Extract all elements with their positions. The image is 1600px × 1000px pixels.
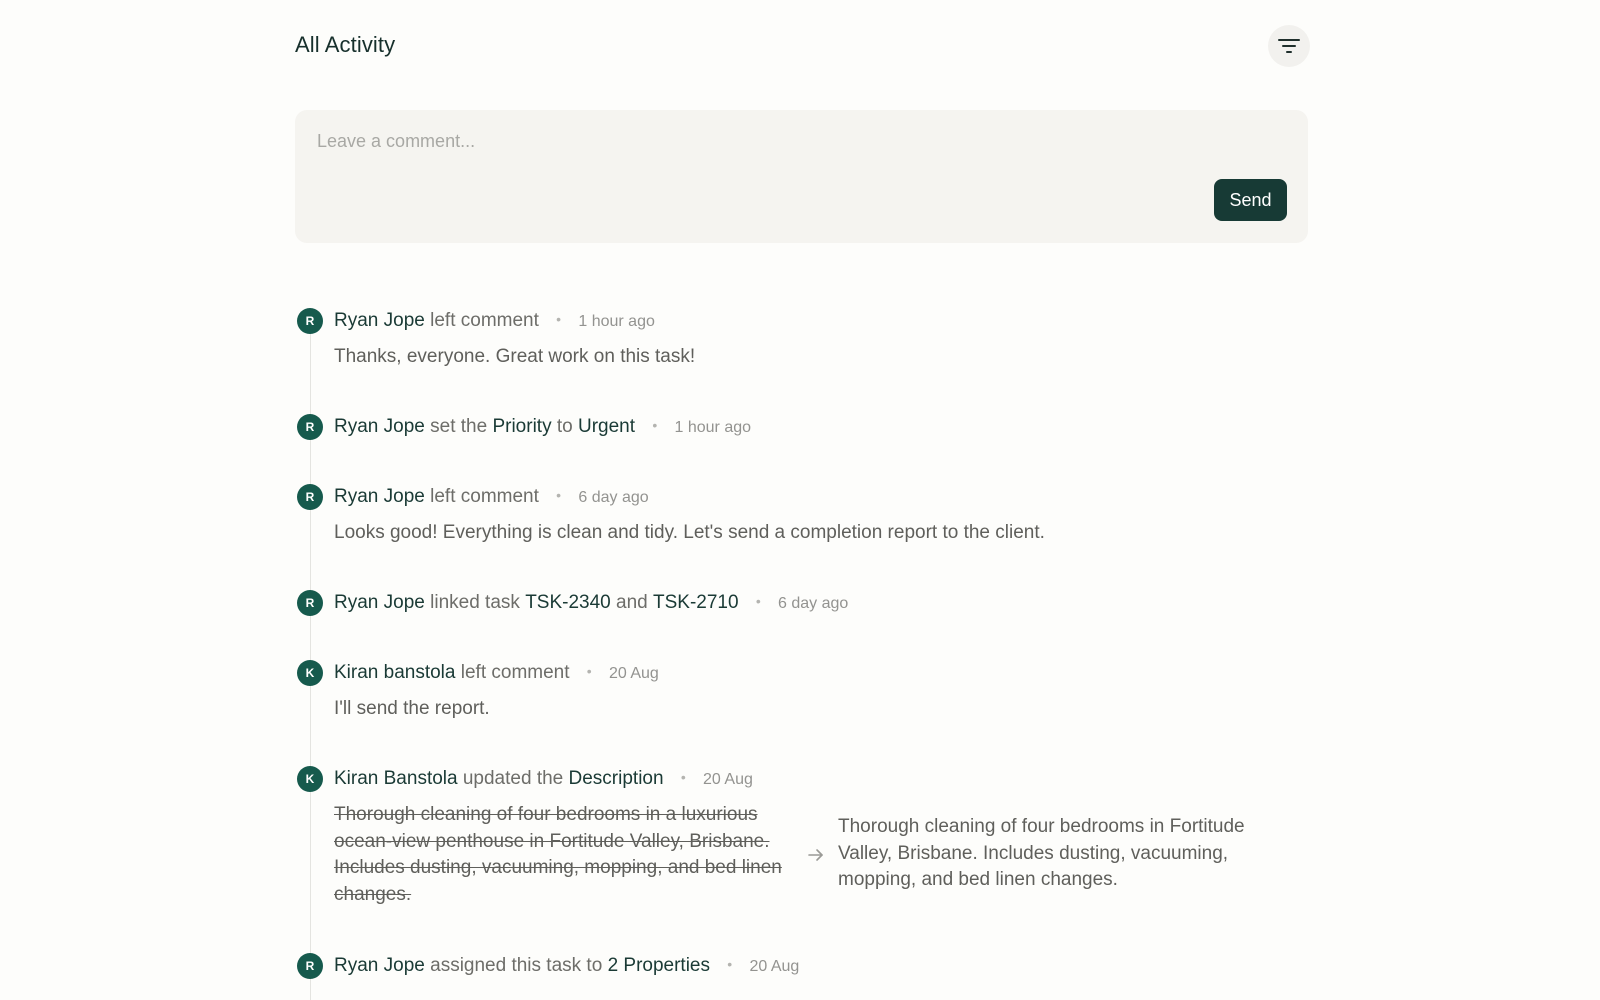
field-name: Description: [568, 768, 664, 789]
old-description: Thorough cleaning of four bedrooms in a …: [334, 804, 782, 905]
activity-header-row: K Kiran Banstola updated the Description…: [295, 766, 1308, 792]
activity-time: 6 day ago: [578, 489, 649, 506]
avatar: R: [297, 590, 323, 616]
activity-header-row: R Ryan Jope linked task TSK-2340 and TSK…: [295, 590, 1308, 616]
activity-item: K Kiran banstola left comment • 20 Aug I…: [295, 660, 1308, 722]
activity-time: 20 Aug: [749, 958, 800, 975]
activity-header-row: K Kiran banstola left comment • 20 Aug: [295, 660, 1308, 686]
activity-line: Kiran Banstola updated the Description •…: [334, 768, 753, 790]
description-diff: Thorough cleaning of four bedrooms in a …: [334, 802, 1308, 908]
avatar: R: [297, 953, 323, 979]
activity-connector: to: [556, 416, 573, 437]
separator-dot: •: [556, 311, 562, 327]
activity-header-row: R Ryan Jope assigned this task to 2 Prop…: [295, 953, 1308, 979]
activity-item: R Ryan Jope left comment • 6 day ago Loo…: [295, 484, 1308, 546]
activity-action: left comment: [430, 486, 539, 507]
new-description: Thorough cleaning of four bedrooms in Fo…: [838, 816, 1245, 891]
user-name[interactable]: Ryan Jope: [334, 310, 425, 331]
filter-lines-icon: [1278, 39, 1300, 53]
activity-item: R Ryan Jope set the Priority to Urgent •…: [295, 414, 1308, 440]
activity-header-row: R Ryan Jope left comment • 6 day ago: [295, 484, 1308, 510]
avatar: R: [297, 484, 323, 510]
field-name: Priority: [492, 416, 552, 437]
comment-text: I'll send the report.: [334, 698, 490, 719]
field-value: Urgent: [578, 416, 636, 437]
user-name[interactable]: Kiran banstola: [334, 662, 455, 683]
avatar: R: [297, 308, 323, 334]
activity-line: Ryan Jope left comment • 6 day ago: [334, 486, 649, 508]
activity-time: 1 hour ago: [674, 419, 752, 436]
activity-time: 20 Aug: [703, 771, 753, 788]
activity-action: assigned this task to: [430, 955, 603, 976]
activity-time: 6 day ago: [778, 595, 849, 612]
avatar: K: [297, 660, 323, 686]
send-button[interactable]: Send: [1214, 179, 1287, 221]
activity-page: All Activity Send R Ryan Jope le: [0, 0, 1600, 1000]
activity-line: Ryan Jope linked task TSK-2340 and TSK-2…: [334, 592, 848, 614]
activity-line: Ryan Jope left comment • 1 hour ago: [334, 310, 655, 332]
separator-dot: •: [652, 417, 658, 433]
comment-composer: Send: [295, 110, 1308, 243]
linked-task[interactable]: TSK-2340: [525, 592, 611, 613]
activity-action: left comment: [430, 310, 539, 331]
separator-dot: •: [727, 956, 733, 972]
activity-line: Kiran banstola left comment • 20 Aug: [334, 662, 659, 684]
page-title: All Activity: [295, 32, 396, 57]
activity-header-row: R Ryan Jope set the Priority to Urgent •…: [295, 414, 1308, 440]
comment-text: Thanks, everyone. Great work on this tas…: [334, 346, 696, 367]
separator-dot: •: [586, 663, 592, 679]
avatar: R: [297, 414, 323, 440]
activity-action: set the: [430, 416, 488, 437]
separator-dot: •: [556, 487, 562, 503]
activity-line: Ryan Jope set the Priority to Urgent • 1…: [334, 416, 751, 438]
activity-item: R Ryan Jope linked task TSK-2340 and TSK…: [295, 590, 1308, 616]
user-name[interactable]: Ryan Jope: [334, 955, 425, 976]
separator-dot: •: [755, 593, 761, 609]
activity-item: R Ryan Jope assigned this task to 2 Prop…: [295, 953, 1308, 979]
comment-text: Looks good! Everything is clean and tidy…: [334, 522, 1045, 543]
user-name[interactable]: Ryan Jope: [334, 592, 425, 613]
activity-line: Ryan Jope assigned this task to 2 Proper…: [334, 955, 799, 977]
user-name[interactable]: Ryan Jope: [334, 486, 425, 507]
filter-button[interactable]: [1268, 25, 1310, 67]
activity-header: All Activity: [295, 0, 1310, 92]
activity-action: left comment: [460, 662, 570, 683]
activity-header-row: R Ryan Jope left comment • 1 hour ago: [295, 308, 1308, 334]
activity-connector: and: [616, 592, 648, 613]
arrow-right-icon: [798, 847, 834, 863]
separator-dot: •: [680, 769, 686, 785]
activity-time: 20 Aug: [608, 665, 659, 682]
activity-time: 1 hour ago: [578, 313, 655, 330]
activity-action: linked task: [430, 592, 520, 613]
comment-input[interactable]: [315, 130, 1179, 153]
assigned-target[interactable]: 2 Properties: [608, 955, 710, 976]
linked-task[interactable]: TSK-2710: [653, 592, 739, 613]
activity-action: updated the: [462, 768, 564, 789]
activity-item: K Kiran Banstola updated the Description…: [295, 766, 1308, 908]
activity-panel: All Activity Send R Ryan Jope le: [295, 0, 1310, 1000]
user-name[interactable]: Kiran Banstola: [334, 768, 458, 789]
activity-item: R Ryan Jope left comment • 1 hour ago Th…: [295, 308, 1308, 370]
avatar: K: [297, 766, 323, 792]
user-name[interactable]: Ryan Jope: [334, 416, 425, 437]
